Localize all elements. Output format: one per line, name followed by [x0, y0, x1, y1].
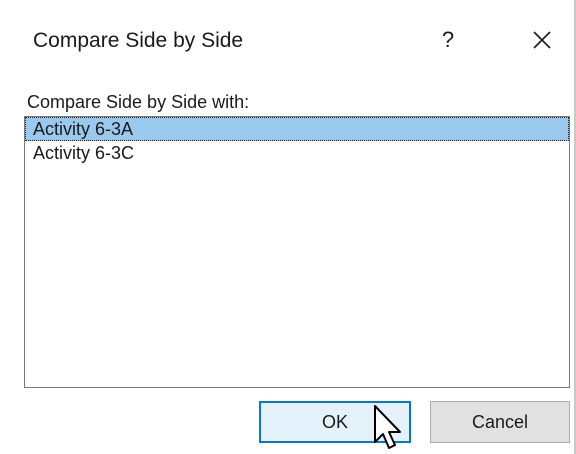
- close-button[interactable]: [524, 22, 560, 58]
- list-item[interactable]: Activity 6-3A: [25, 117, 569, 141]
- workbook-listbox[interactable]: Activity 6-3A Activity 6-3C: [24, 116, 570, 388]
- ok-button[interactable]: OK: [259, 401, 411, 443]
- dialog-title: Compare Side by Side: [33, 29, 244, 52]
- list-item[interactable]: Activity 6-3C: [25, 141, 569, 165]
- cancel-button[interactable]: Cancel: [430, 401, 570, 443]
- compare-side-by-side-dialog: Compare Side by Side ? Compare Side by S…: [0, 0, 576, 454]
- title-bar[interactable]: Compare Side by Side ?: [0, 0, 574, 82]
- help-button[interactable]: ?: [430, 22, 466, 58]
- close-icon: [533, 31, 551, 49]
- compare-with-label: Compare Side by Side with:: [27, 92, 250, 112]
